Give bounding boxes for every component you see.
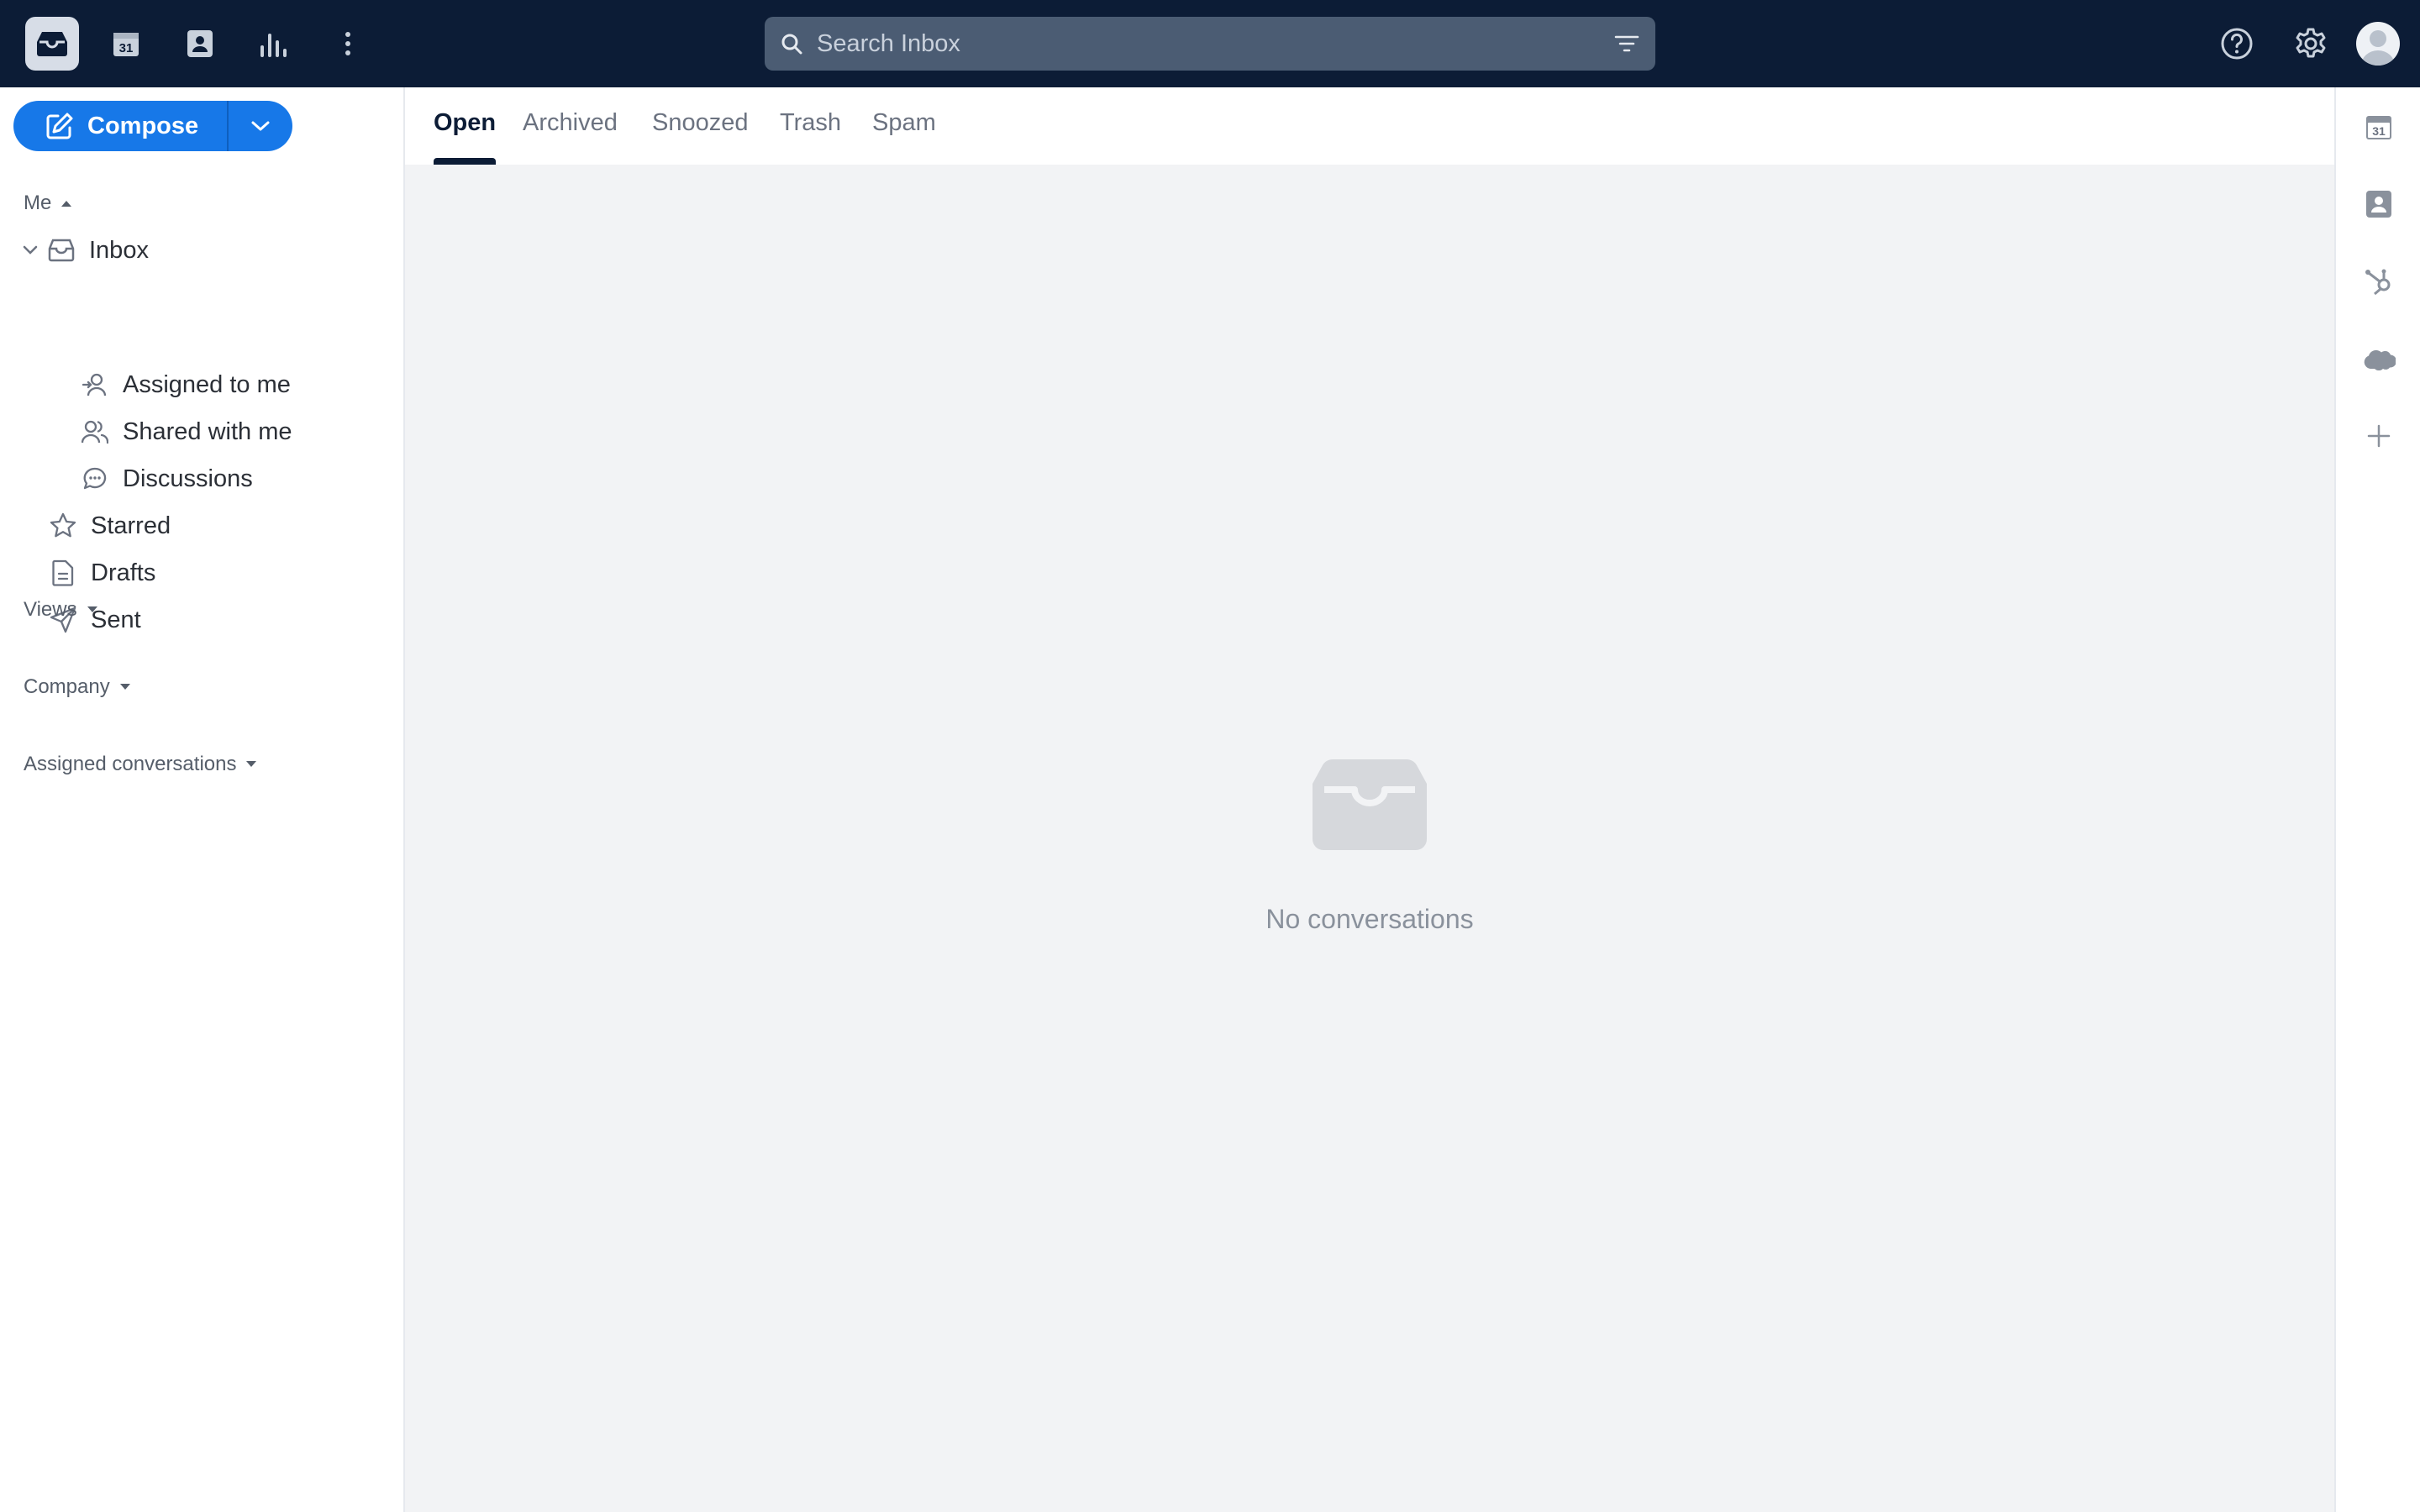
search-icon	[778, 30, 805, 57]
sidebar-item-drafts[interactable]: Drafts	[49, 553, 155, 593]
user-avatar-icon	[2361, 30, 2395, 66]
inbox-icon	[37, 32, 67, 56]
tab-spam[interactable]: Spam	[872, 109, 936, 143]
sidebar-item-label: Discussions	[123, 465, 253, 492]
rail-salesforce-button[interactable]	[2360, 339, 2398, 378]
sidebar-item-label: Inbox	[89, 236, 149, 264]
section-assigned-conversations[interactable]: Assigned conversations	[24, 753, 258, 776]
analytics-icon	[260, 34, 287, 57]
settings-button[interactable]	[2286, 18, 2336, 69]
chevron-down-icon	[251, 121, 270, 131]
tab-open[interactable]: Open	[434, 109, 496, 143]
conversation-list-pane: Open Archived Snoozed Trash Spam No conv…	[405, 87, 2334, 1512]
inbox-app-button[interactable]	[25, 17, 79, 71]
tab-trash[interactable]: Trash	[780, 109, 841, 143]
document-icon	[49, 559, 77, 587]
section-views[interactable]: Views	[24, 598, 99, 622]
sidebar-item-assigned-to-me[interactable]: Assigned to me	[81, 365, 291, 405]
users-icon	[81, 417, 109, 446]
sidebar-item-inbox[interactable]: Inbox	[22, 230, 149, 270]
sidebar-item-label: Drafts	[91, 559, 156, 586]
calendar-icon: 31	[113, 33, 139, 56]
inbox-icon	[47, 236, 76, 265]
filter-icon	[1614, 35, 1639, 52]
tab-bar: Open Archived Snoozed Trash Spam	[405, 87, 2334, 165]
caret-up-icon	[61, 201, 72, 207]
hubspot-icon	[2365, 269, 2391, 296]
more-vertical-icon	[345, 32, 350, 55]
caret-down-icon	[119, 684, 130, 690]
svg-text:31: 31	[2372, 124, 2386, 138]
caret-down-icon	[246, 761, 257, 767]
star-icon	[49, 512, 77, 540]
caret-down-icon	[87, 606, 97, 612]
sidebar: Compose Me Inbox Assigned to me Shared w…	[0, 87, 405, 1512]
sidebar-item-starred[interactable]: Starred	[49, 506, 171, 546]
compose-options-button[interactable]	[229, 101, 292, 151]
compose-icon	[46, 113, 73, 139]
section-views-label: Views	[24, 598, 77, 621]
rail-contact-button[interactable]	[2360, 185, 2398, 223]
search-input[interactable]	[817, 24, 1573, 64]
rail-calendar-button[interactable]: 31	[2360, 108, 2398, 146]
svg-text:31: 31	[119, 41, 134, 55]
sidebar-item-label: Starred	[91, 512, 171, 539]
help-icon	[2221, 28, 2253, 60]
tab-snoozed[interactable]: Snoozed	[652, 109, 749, 143]
tab-archived[interactable]: Archived	[523, 109, 618, 143]
compose-label: Compose	[87, 112, 199, 139]
section-me[interactable]: Me	[24, 192, 73, 215]
chat-bubble-icon	[81, 465, 109, 493]
rail-add-integration-button[interactable]	[2360, 417, 2398, 455]
add-icon	[2367, 424, 2391, 448]
salesforce-icon	[2364, 349, 2396, 370]
sidebar-item-discussions[interactable]: Discussions	[81, 459, 253, 499]
avatar[interactable]	[2356, 22, 2400, 66]
contacts-icon	[187, 30, 213, 57]
integrations-rail: 31	[2334, 87, 2420, 1512]
calendar-icon: 31	[2366, 116, 2391, 139]
section-assigned-label: Assigned conversations	[24, 753, 237, 775]
compose-button-group: Compose	[13, 101, 292, 151]
empty-state-message: No conversations	[1265, 904, 1474, 934]
calendar-app-button[interactable]: 31	[99, 17, 153, 71]
rail-hubspot-button[interactable]	[2360, 262, 2398, 301]
search-bar	[765, 17, 1655, 71]
collapse-chevron-icon[interactable]	[22, 244, 39, 256]
contact-card-icon	[2366, 191, 2391, 218]
compose-button[interactable]: Compose	[13, 101, 227, 151]
active-tab-indicator	[434, 158, 496, 165]
filter-button[interactable]	[1612, 29, 1642, 59]
more-apps-button[interactable]	[321, 17, 375, 71]
top-bar: 31	[0, 0, 2420, 87]
sidebar-item-shared-with-me[interactable]: Shared with me	[81, 412, 292, 452]
sidebar-item-label: Assigned to me	[123, 370, 291, 398]
help-button[interactable]	[2212, 18, 2262, 69]
section-company[interactable]: Company	[24, 675, 132, 699]
contacts-app-button[interactable]	[173, 17, 227, 71]
section-me-label: Me	[24, 192, 52, 214]
empty-inbox-icon	[1313, 759, 1427, 850]
sidebar-item-label: Shared with me	[123, 417, 292, 445]
assigned-user-icon	[81, 370, 109, 399]
settings-icon	[2296, 28, 2326, 58]
analytics-app-button[interactable]	[247, 17, 301, 71]
section-company-label: Company	[24, 675, 110, 698]
